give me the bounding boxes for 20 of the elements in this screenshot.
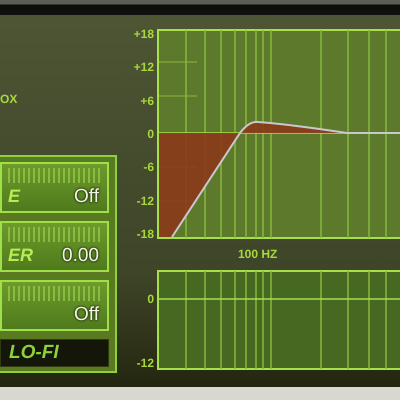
axis-tick-label: -12 — [136, 194, 154, 207]
parameter-value: 0.00 — [62, 244, 99, 268]
parameter-display[interactable]: ER 0.00 — [0, 221, 109, 272]
axis-tick-label: -18 — [136, 228, 154, 240]
parameter-display[interactable]: Off — [0, 280, 109, 331]
axis-tick-label: -6 — [143, 161, 154, 174]
axis-tick-label: +6 — [140, 94, 154, 107]
title-badge: LO-FI — [0, 339, 109, 367]
axis-tick-label: 0 — [147, 293, 154, 305]
axis-tick-label: 0 — [147, 128, 154, 140]
parameter-label: E — [8, 185, 20, 208]
parameter-value: Off — [74, 184, 99, 208]
parameter-display[interactable]: E Off — [0, 162, 109, 213]
axis-tick-label: +18 — [134, 28, 154, 40]
parameter-value: Off — [74, 302, 99, 326]
axis-tick-label: +12 — [134, 61, 154, 74]
header-label: OX — [0, 93, 18, 105]
axis-tick-label: -12 — [136, 357, 154, 369]
frequency-label: 100 HZ — [238, 248, 278, 260]
parameter-label: ER — [8, 244, 34, 268]
